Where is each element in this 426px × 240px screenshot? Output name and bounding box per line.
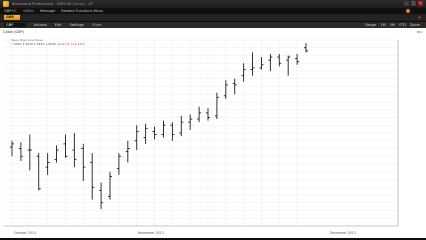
status-indicator-icon (406, 9, 410, 13)
range-3m-button[interactable]: 3M (390, 23, 395, 27)
ohlc-chart[interactable]: October 2013 November 2013 December 2013 (0, 28, 426, 238)
close-button[interactable]: × (418, 1, 423, 6)
tab-bar: GBP × (0, 14, 426, 22)
chart-panel[interactable]: Cable (GBP) Bid Open High Low Close 1.54… (0, 28, 426, 238)
tab-close-icon[interactable]: × (417, 15, 422, 20)
range-ytd-button[interactable]: YTD (399, 23, 406, 27)
x-axis-label: November 2013 (138, 231, 164, 235)
menu-item-message[interactable]: Message (40, 9, 55, 13)
range-label: Range (365, 23, 377, 27)
minimize-button[interactable]: – (404, 1, 409, 6)
zoom-button[interactable]: Zoom (410, 23, 420, 27)
menu-item-go[interactable]: <GO> (23, 9, 34, 13)
settings-menu[interactable]: Settings (70, 23, 84, 27)
menu-item-security[interactable]: GBP+C (4, 9, 17, 13)
menu-item-related-functions[interactable]: Related Functions Menu (61, 9, 103, 13)
x-axis-label: October 2013 (14, 231, 36, 235)
window-title: Bloomberg Professional - GBPUSD Curncy -… (12, 1, 94, 6)
maximize-button[interactable]: □ (411, 1, 416, 6)
tab-gbp[interactable]: GBP (4, 15, 20, 20)
actions-menu[interactable]: Actions (34, 23, 47, 27)
chart-menu[interactable]: Chart (92, 23, 102, 27)
x-axis-label: December 2013 (330, 231, 356, 235)
window-controls: – □ × (404, 1, 423, 6)
ticker-input[interactable]: GBP (4, 23, 26, 27)
range-1m-button[interactable]: 1M (380, 23, 385, 27)
edit-menu[interactable]: Edit (55, 23, 62, 27)
app-logo-icon (3, 1, 9, 7)
